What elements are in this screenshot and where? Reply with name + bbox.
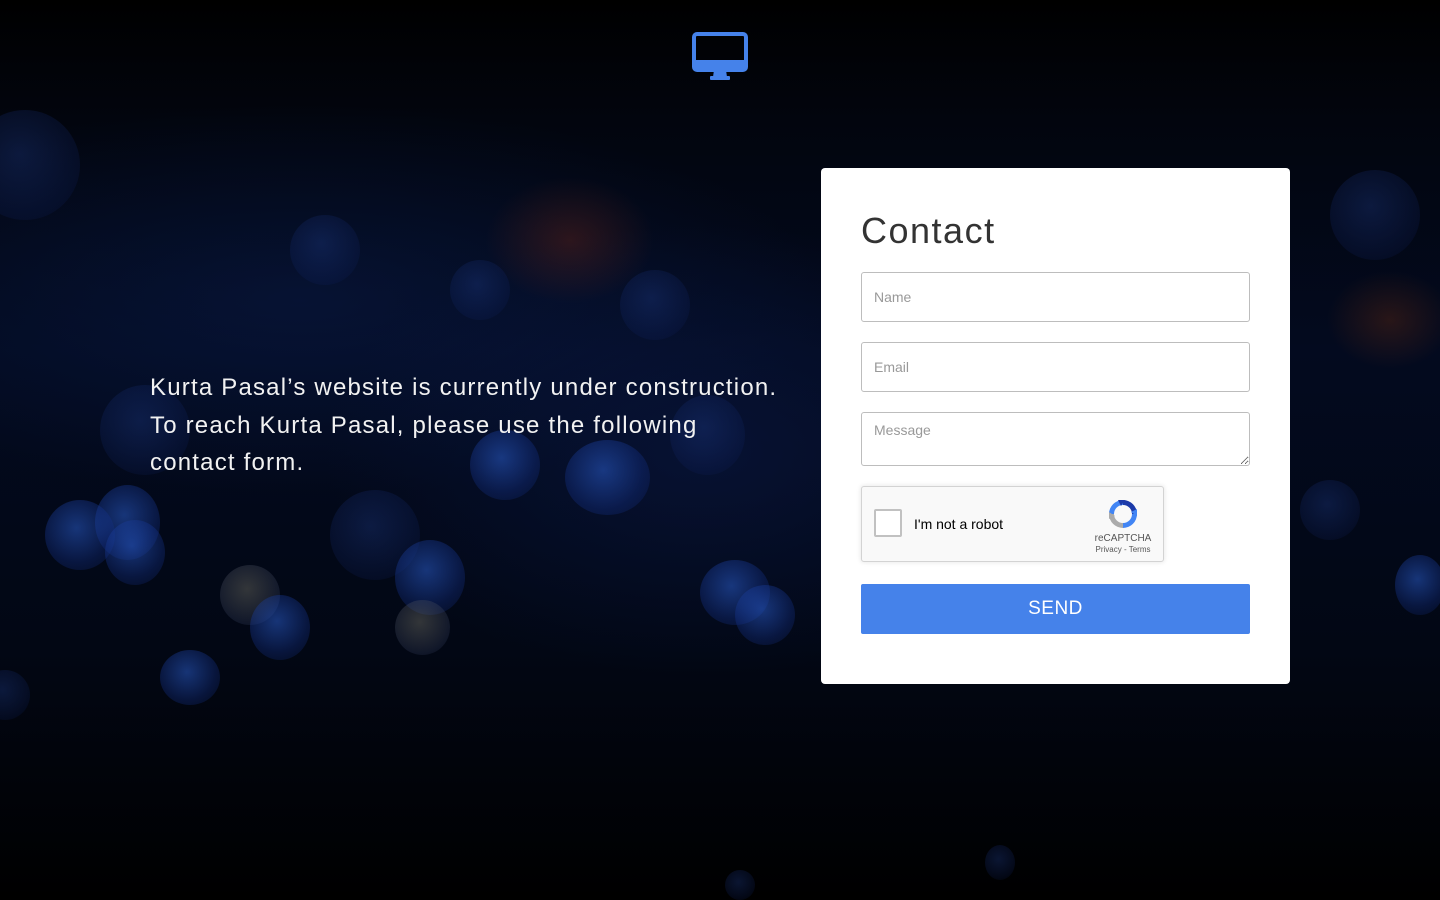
bokeh-light bbox=[0, 110, 80, 220]
recaptcha-widget: I'm not a robot reCAPTCHA Privacy - Term… bbox=[861, 486, 1164, 562]
bokeh-light bbox=[290, 215, 360, 285]
recaptcha-links: Privacy - Terms bbox=[1072, 545, 1174, 554]
recaptcha-link-separator: - bbox=[1121, 545, 1129, 554]
bokeh-light bbox=[620, 270, 690, 340]
bokeh-light bbox=[250, 595, 310, 660]
send-button[interactable]: SEND bbox=[861, 584, 1250, 634]
recaptcha-terms-link[interactable]: Terms bbox=[1129, 545, 1151, 554]
bokeh-light bbox=[735, 585, 795, 645]
bokeh-light bbox=[1330, 170, 1420, 260]
recaptcha-privacy-link[interactable]: Privacy bbox=[1096, 545, 1122, 554]
bokeh-light bbox=[1300, 480, 1360, 540]
bokeh-light bbox=[725, 870, 755, 900]
recaptcha-brand: reCAPTCHA bbox=[1094, 533, 1152, 544]
email-input[interactable] bbox=[861, 342, 1250, 392]
name-input[interactable] bbox=[861, 272, 1250, 322]
bokeh-light bbox=[395, 600, 450, 655]
recaptcha-logo-icon bbox=[1106, 497, 1140, 531]
bokeh-light bbox=[105, 520, 165, 585]
bokeh-light bbox=[1395, 555, 1440, 615]
bokeh-light bbox=[985, 845, 1015, 880]
message-textarea[interactable] bbox=[861, 412, 1250, 466]
bokeh-light bbox=[0, 670, 30, 720]
contact-card: Contact I'm not a robot reCAPTCHA Privac… bbox=[821, 168, 1290, 684]
bokeh-light bbox=[160, 650, 220, 705]
monitor-icon bbox=[692, 32, 748, 82]
construction-message: Kurta Pasal’s website is currently under… bbox=[150, 374, 778, 476]
bokeh-light bbox=[45, 500, 115, 570]
recaptcha-checkbox[interactable] bbox=[874, 509, 902, 537]
recaptcha-label: I'm not a robot bbox=[914, 516, 1004, 532]
bokeh-light bbox=[450, 260, 510, 320]
contact-title: Contact bbox=[861, 210, 996, 251]
